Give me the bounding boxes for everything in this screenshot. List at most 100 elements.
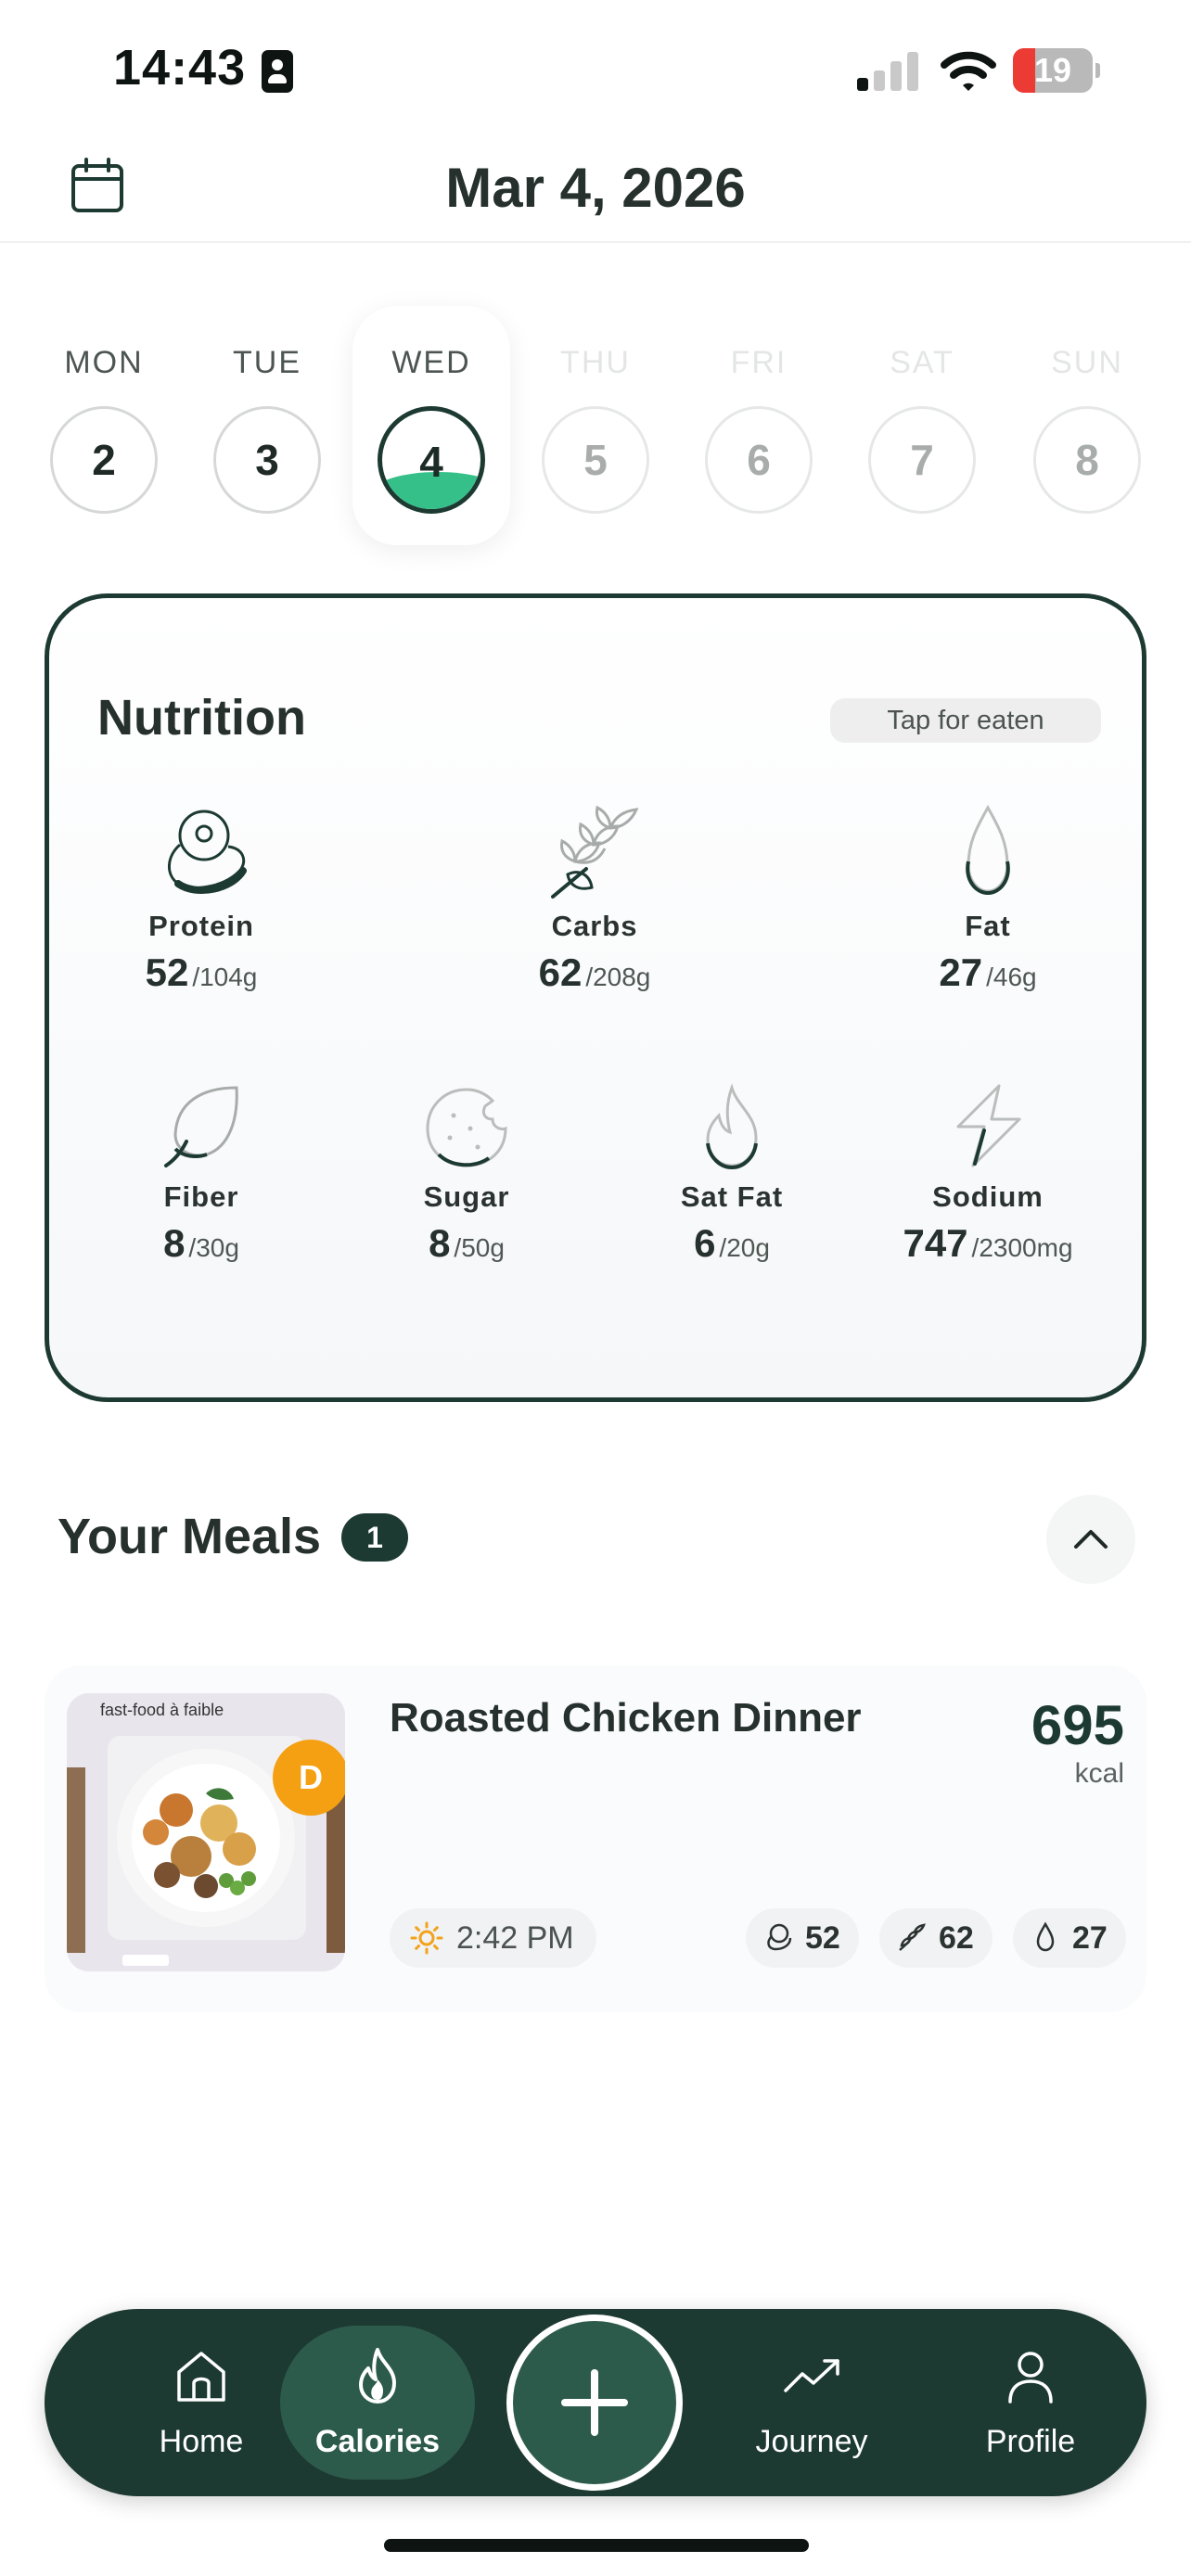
day-number: 5 [583,436,608,484]
meal-calories-unit: kcal [1074,1758,1124,1789]
battery-level: 19 [1033,51,1072,89]
day-number: 8 [1075,436,1099,484]
nutrient-goal: /20g [719,1233,770,1262]
day-sat[interactable]: SAT 7 [840,306,1004,545]
nav-calories[interactable]: Calories [280,2309,475,2496]
day-name: THU [560,345,631,380]
meal-photo-image: fast-food à faible [67,1693,345,1971]
status-time: 14:43 [113,40,247,96]
day-name: SUN [1051,345,1123,380]
cookie-icon [426,1088,507,1167]
header: Mar 4, 2026 [0,139,1191,243]
nutrient-value: 747 [903,1221,968,1265]
nutrient-fiber: Fiber 8/30g [90,1080,313,1266]
week-strip: MON 2 TUE 3 WED 4 THU 5 FRI 6 SAT 7 SUN … [0,306,1191,549]
nutrient-value: 52 [145,950,189,994]
day-name: WED [391,345,471,380]
nutrient-label: Fat [965,910,1011,942]
nutrient-sodium: Sodium 747/2300mg [877,1080,1099,1266]
svg-text:fast-food à faible: fast-food à faible [100,1701,224,1719]
day-ring-progress: 4 [378,406,485,514]
day-name: MON [64,345,144,380]
steak-icon [767,1923,792,1951]
page-title: Mar 4, 2026 [445,157,746,219]
battery-icon: 19 [1013,48,1100,93]
meal-carbs: 62 [879,1908,992,1968]
day-number: 2 [92,436,116,484]
day-sun[interactable]: SUN 8 [1005,306,1169,545]
bottom-nav: Home Calories Journey Profile [45,2309,1146,2496]
bolt-icon [956,1084,1021,1167]
wifi-icon [941,51,996,91]
nav-journey[interactable]: Journey [714,2309,909,2496]
nutrient-sugar: Sugar 8/50g [355,1080,578,1266]
chevron-up-icon [1074,1530,1108,1549]
day-ring: 7 [868,406,976,514]
meal-name: Roasted Chicken Dinner [390,1695,862,1741]
nav-home[interactable]: Home [104,2309,299,2496]
day-wed[interactable]: WED 4 [350,306,513,545]
status-bar: 14:43 19 [0,0,1191,139]
meal-time-text: 2:42 PM [456,1920,574,1956]
meal-carbs-value: 62 [939,1920,974,1956]
add-meal-button[interactable] [506,2315,683,2491]
nutrient-goal: /208g [585,963,651,991]
nutrient-value: 62 [538,950,583,994]
day-name: FRI [730,345,788,380]
nutrient-goal: /50g [454,1233,505,1262]
nutrient-fat: Fat 27/46g [877,800,1099,995]
day-number: 6 [747,436,771,484]
nutrient-goal: /104g [192,963,258,991]
nav-journey-label: Journey [755,2424,868,2459]
day-ring: 3 [213,406,321,514]
meal-protein: 52 [746,1908,859,1968]
day-number: 3 [255,436,279,484]
meal-calories: 695 [1031,1694,1124,1756]
nutrient-value: 27 [939,950,983,994]
cellular-signal-icon [857,50,920,91]
nutrient-sat-fat: Sat Fat 6/20g [621,1080,843,1266]
nav-home-label: Home [159,2424,244,2459]
meal-card[interactable]: fast-food à faible D Roasted Chicken Din… [45,1665,1146,2012]
flame-icon [359,2348,396,2404]
day-fri[interactable]: FRI 6 [677,306,840,545]
drop-icon [966,804,1010,896]
nutrient-label: Sodium [932,1180,1044,1213]
nutrient-label: Fiber [163,1180,239,1213]
nutrient-value: 8 [429,1221,451,1265]
meal-grade-badge: D [273,1740,345,1816]
nutrition-card[interactable]: Nutrition Tap for eaten Protein 52/104g [45,593,1146,1402]
meals-count-badge: 1 [341,1513,408,1562]
day-thu[interactable]: THU 5 [514,306,677,545]
nav-profile-label: Profile [985,2424,1076,2459]
plus-icon [561,2369,628,2436]
meal-photo: fast-food à faible D [67,1693,345,1971]
leaf-icon [164,1086,238,1167]
sun-icon [410,1921,443,1955]
day-tue[interactable]: TUE 3 [186,306,349,545]
drop-icon [1036,1921,1055,1952]
collapse-meals-button[interactable] [1046,1495,1135,1584]
day-ring: 2 [50,406,158,514]
nutrient-value: 8 [163,1221,186,1265]
meal-fat: 27 [1013,1908,1126,1968]
steak-icon [168,810,247,894]
wheat-icon [551,805,639,899]
day-ring: 8 [1033,406,1141,514]
day-number: 7 [910,436,934,484]
nav-calories-label: Calories [314,2424,441,2459]
flame-icon [706,1083,758,1170]
nutrient-label: Sat Fat [680,1180,784,1213]
nutrient-label: Protein [148,910,254,942]
home-indicator[interactable] [384,2539,809,2552]
day-ring: 5 [542,406,649,514]
nutrient-goal: /2300mg [971,1233,1073,1262]
trend-up-icon [784,2359,839,2392]
day-mon[interactable]: MON 2 [22,306,186,545]
nav-profile[interactable]: Profile [933,2309,1128,2496]
tap-for-eaten-toggle[interactable]: Tap for eaten [830,698,1101,743]
nutrient-carbs: Carbs 62/208g [483,800,706,995]
meal-fat-value: 27 [1072,1920,1108,1956]
meals-section-title: Your Meals [58,1509,322,1564]
meal-time: 2:42 PM [390,1908,596,1968]
